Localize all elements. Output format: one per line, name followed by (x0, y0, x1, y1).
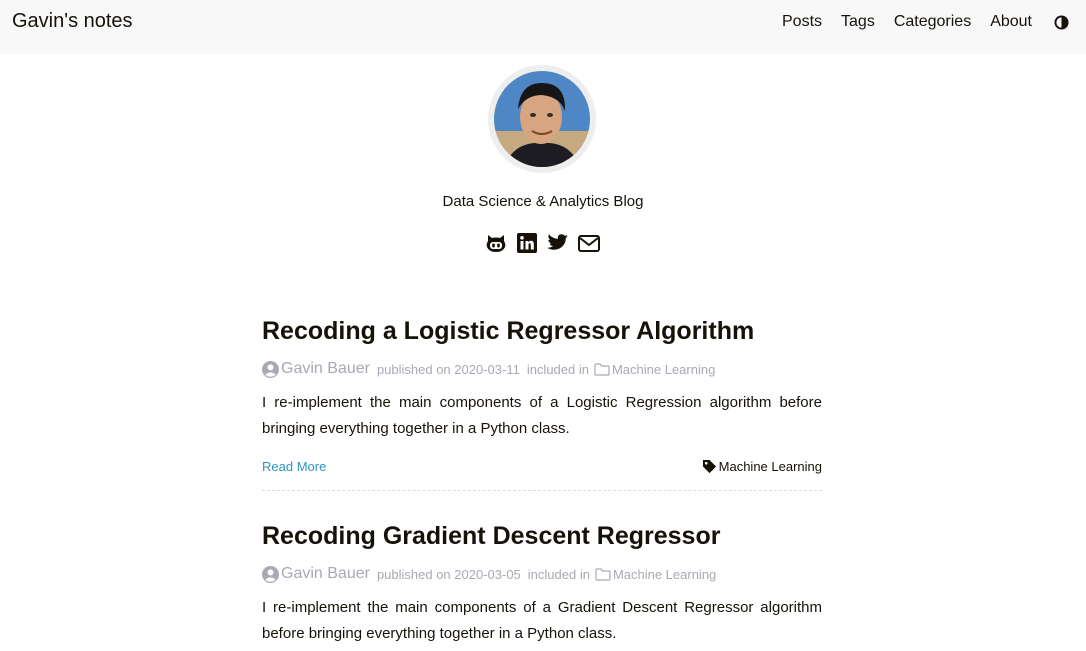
tag-icon (702, 459, 716, 473)
menu-item-about[interactable]: About (990, 13, 1032, 31)
site-subtitle: Data Science & Analytics Blog (442, 193, 644, 210)
post-list: Recoding a Logistic Regressor Algorithm … (262, 312, 822, 647)
folder-icon (594, 362, 610, 376)
post-author-name: Gavin Bauer (281, 360, 370, 377)
post-category-label: Machine Learning (612, 566, 717, 582)
folder-icon (595, 567, 611, 581)
linkedin-icon[interactable] (516, 232, 538, 254)
email-icon[interactable] (578, 232, 600, 254)
post-meta: Gavin Bauer published on 2020-03-11 incl… (262, 356, 822, 382)
post-footer: Read More Machine Learning (262, 454, 822, 491)
menu-item-posts[interactable]: Posts (782, 13, 822, 31)
user-circle-icon (262, 360, 279, 378)
post-category-link[interactable]: Machine Learning (594, 362, 715, 377)
post-item: Recoding a Logistic Regressor Algorithm … (262, 312, 822, 491)
post-meta: Gavin Bauer published on 2020-03-05 incl… (262, 561, 822, 587)
read-more-link[interactable]: Read More (262, 459, 326, 474)
post-category-link[interactable]: Machine Learning (595, 567, 716, 582)
post-title-link[interactable]: Recoding Gradient Descent Regressor (262, 517, 822, 555)
theme-toggle-icon[interactable] (1053, 14, 1069, 30)
post-date: published on 2020-03-05 (376, 566, 521, 582)
post-item: Recoding Gradient Descent Regressor Gavi… (262, 517, 822, 647)
post-included-label: included in (526, 361, 589, 377)
post-category-label: Machine Learning (611, 361, 716, 377)
user-circle-icon (262, 565, 279, 583)
post-author: Gavin Bauer (262, 565, 370, 583)
post-included-label: included in (527, 566, 590, 582)
post-title-link[interactable]: Recoding a Logistic Regressor Algorithm (262, 312, 822, 350)
menu-item-categories[interactable]: Categories (894, 13, 971, 31)
navbar: Gavin's notes Posts Tags Categories Abou… (0, 0, 1086, 54)
menu-item-tags[interactable]: Tags (841, 13, 875, 31)
post-author-name: Gavin Bauer (281, 565, 370, 582)
main-menu: Posts Tags Categories About (763, 0, 1086, 44)
post-tag-link[interactable]: Machine Learning (702, 459, 822, 474)
site-brand-link[interactable]: Gavin's notes (12, 10, 133, 33)
social-links (485, 232, 600, 254)
github-icon[interactable] (485, 232, 507, 254)
avatar-frame (488, 65, 596, 173)
post-tag-label: Machine Learning (718, 458, 822, 474)
post-date: published on 2020-03-11 (376, 361, 520, 377)
avatar (494, 71, 590, 167)
post-author: Gavin Bauer (262, 360, 370, 378)
post-summary: I re-implement the main components of a … (262, 394, 822, 437)
post-summary: I re-implement the main components of a … (262, 599, 822, 642)
twitter-icon[interactable] (547, 232, 569, 254)
